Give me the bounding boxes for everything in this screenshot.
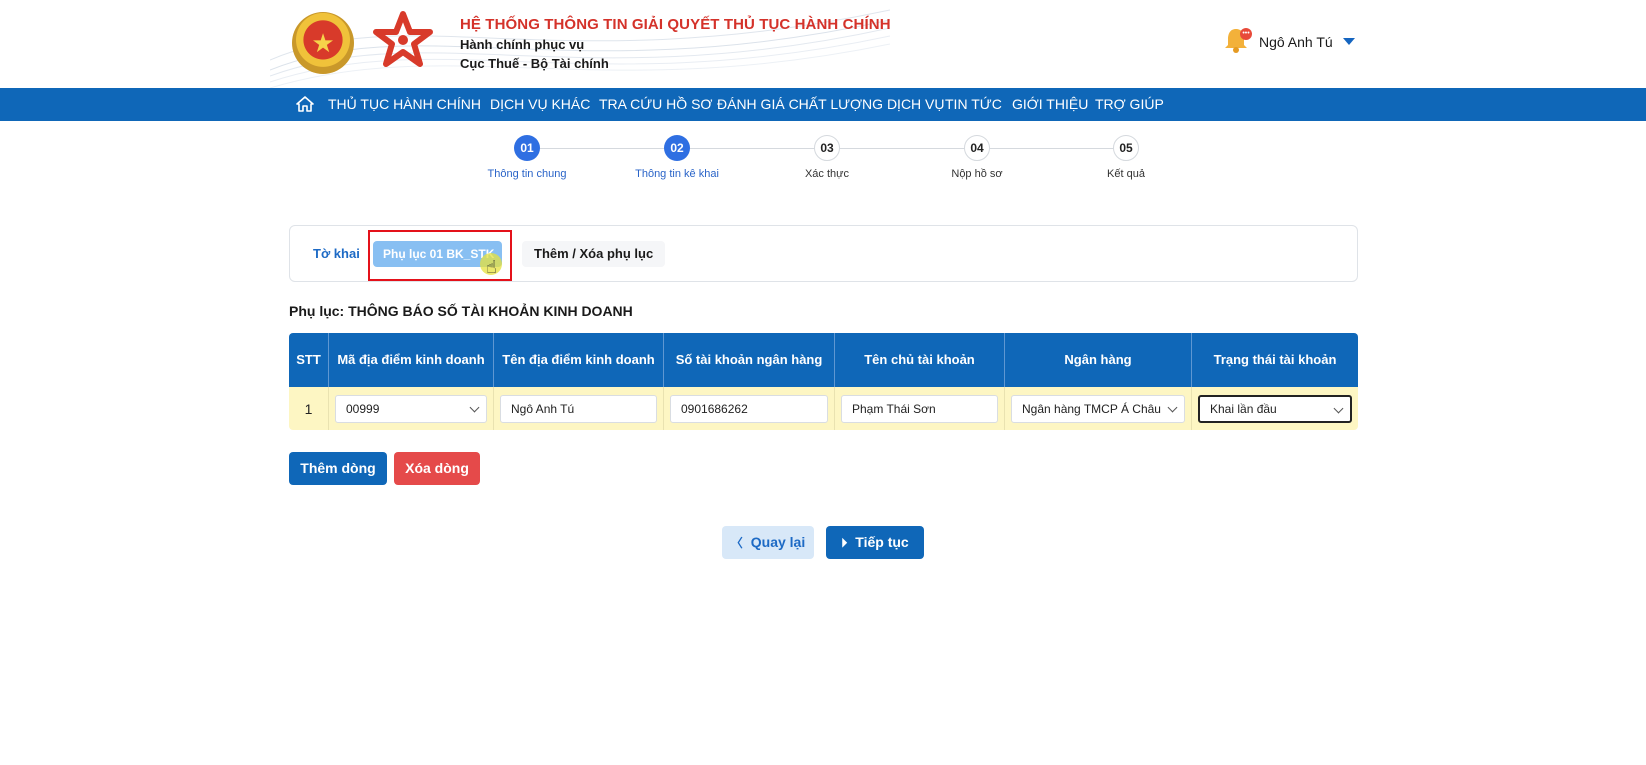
- emblem-star-icon: ★: [311, 27, 335, 58]
- table-header: STT Mã địa điểm kinh doanh Tên địa điểm …: [289, 333, 1358, 387]
- notification-badge: •••: [1240, 28, 1252, 40]
- next-button-label: Tiếp tục: [855, 534, 909, 550]
- user-name[interactable]: Ngô Anh Tú: [1259, 34, 1333, 50]
- chevron-down-icon: [469, 402, 480, 412]
- nav-item-danh-gia[interactable]: ĐÁNH GIÁ CHẤT LƯỢNG DỊCH VỤ: [717, 96, 945, 112]
- col-stt: STT: [289, 333, 329, 387]
- accounts-table: STT Mã địa điểm kinh doanh Tên địa điểm …: [289, 333, 1358, 430]
- main-nav: THỦ TỤC HÀNH CHÍNH DỊCH VỤ KHÁC TRA CỨU …: [0, 88, 1646, 121]
- nav-item-thu-tuc[interactable]: THỦ TỤC HÀNH CHÍNH: [328, 96, 481, 112]
- cell-ten-chu-tk: Phạm Thái Sơn: [835, 387, 1005, 430]
- cell-trang-thai: Khai lần đầu: [1192, 387, 1358, 430]
- nav-item-dich-vu-khac[interactable]: DỊCH VỤ KHÁC: [490, 96, 590, 112]
- ma-dia-diem-value: 00999: [346, 401, 380, 416]
- national-emblem-icon[interactable]: ★: [292, 12, 354, 74]
- step-2-label: Thông tin kê khai: [635, 168, 719, 180]
- so-tai-khoan-input[interactable]: 0901686262: [670, 394, 828, 423]
- home-icon[interactable]: [296, 95, 314, 113]
- red-star-hands-logo-icon[interactable]: [370, 10, 436, 76]
- row-stt: 1: [289, 387, 329, 430]
- ngan-hang-value: Ngân hàng TMCP Á Châu: [1022, 401, 1161, 416]
- caret-down-icon[interactable]: [1343, 38, 1355, 45]
- cell-ma-dia-diem: 00999: [329, 387, 494, 430]
- system-subtitle: Hành chính phục vụ: [460, 37, 585, 52]
- table-row: 1 00999 Ngô Anh Tú 0901686262 Phạm Thái …: [289, 387, 1358, 430]
- trang-thai-select[interactable]: Khai lần đầu: [1198, 394, 1352, 423]
- ten-chu-tk-input[interactable]: Phạm Thái Sơn: [841, 394, 998, 423]
- step-3-label: Xác thực: [804, 168, 850, 180]
- step-3-circle: 03: [814, 135, 840, 161]
- system-title: HỆ THỐNG THÔNG TIN GIẢI QUYẾT THỦ TỤC HÀ…: [460, 16, 891, 33]
- chevron-left-icon: 〈: [730, 536, 743, 550]
- chevron-down-icon: [1167, 402, 1178, 412]
- back-button-label: Quay lại: [750, 534, 806, 550]
- nav-item-tra-cuu[interactable]: TRA CỨU HỒ SƠ: [599, 96, 712, 112]
- ten-dia-diem-input[interactable]: Ngô Anh Tú: [500, 394, 657, 423]
- col-so-tai-khoan: Số tài khoản ngân hàng: [664, 333, 835, 387]
- col-ngan-hang: Ngân hàng: [1005, 333, 1192, 387]
- nav-item-tin-tuc[interactable]: TIN TỨC: [945, 96, 1002, 112]
- cell-ngan-hang: Ngân hàng TMCP Á Châu: [1005, 387, 1192, 430]
- trang-thai-value: Khai lần đầu: [1210, 401, 1277, 416]
- delete-row-button[interactable]: Xóa dòng: [394, 452, 480, 485]
- col-trang-thai: Trạng thái tài khoản: [1213, 352, 1337, 367]
- cell-so-tai-khoan: 0901686262: [664, 387, 835, 430]
- step-1-circle: 01: [514, 135, 540, 161]
- step-1-label: Thông tin chung: [487, 168, 567, 180]
- pointer-hand-icon: ☝: [486, 257, 497, 277]
- cell-ten-dia-diem: Ngô Anh Tú: [494, 387, 664, 430]
- nav-item-tro-giup[interactable]: TRỢ GIÚP: [1095, 96, 1164, 112]
- agency-name: Cục Thuế - Bộ Tài chính: [460, 56, 609, 71]
- col-ma-dia-diem: Mã địa điểm kinh doanh: [329, 333, 494, 387]
- col-ten-chu-tk: Tên chủ tài khoản: [835, 333, 1005, 387]
- back-button[interactable]: 〈 Quay lại: [722, 526, 814, 559]
- ngan-hang-select[interactable]: Ngân hàng TMCP Á Châu: [1011, 394, 1185, 423]
- step-2-circle: 02: [664, 135, 690, 161]
- chevron-down-icon: [1333, 403, 1344, 413]
- nav-item-gioi-thieu[interactable]: GIỚI THIỆU: [1012, 96, 1088, 112]
- step-4-circle: 04: [964, 135, 990, 161]
- step-5-circle: 05: [1113, 135, 1139, 161]
- step-4-label: Nộp hồ sơ: [951, 168, 1003, 180]
- col-ten-dia-diem: Tên địa điểm kinh doanh: [494, 333, 664, 387]
- tab-add-remove-appendix[interactable]: Thêm / Xóa phụ lục: [522, 241, 666, 267]
- ma-dia-diem-select[interactable]: 00999: [335, 394, 487, 423]
- tab-to-khai[interactable]: Tờ khai: [313, 246, 360, 261]
- step-5-label: Kết quả: [1107, 168, 1145, 180]
- section-title: Phụ lục: THÔNG BÁO SỐ TÀI KHOẢN KINH DOA…: [289, 303, 633, 319]
- skip-forward-icon: ⏵: [841, 536, 848, 550]
- next-button[interactable]: ⏵ Tiếp tục: [826, 526, 924, 559]
- add-row-button[interactable]: Thêm dòng: [289, 452, 387, 485]
- site-header: ★ HỆ THỐNG THÔNG TIN GIẢI QUYẾT THỦ TỤC …: [0, 0, 1646, 88]
